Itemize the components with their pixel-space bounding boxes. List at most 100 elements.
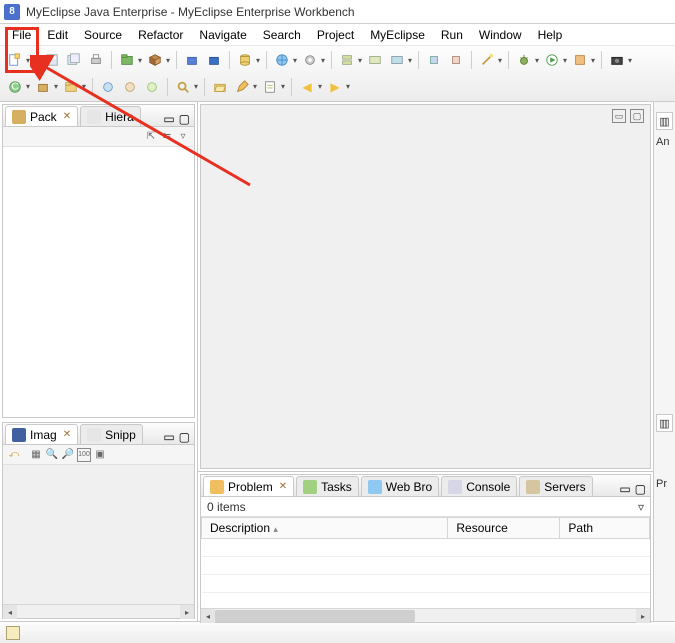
close-icon[interactable]: ✕ xyxy=(63,429,71,440)
menu-refactor[interactable]: Refactor xyxy=(130,26,191,44)
image-hscroll[interactable]: ◂ ▸ xyxy=(3,604,194,618)
tb-fwd-icon[interactable]: ▶ xyxy=(325,77,345,97)
menu-edit[interactable]: Edit xyxy=(39,26,76,44)
maximize-editor-icon[interactable]: ▢ xyxy=(630,109,644,123)
menu-window[interactable]: Window xyxy=(471,26,530,44)
maximize-view-icon[interactable]: ▢ xyxy=(179,430,190,444)
tab-console[interactable]: Console xyxy=(441,476,517,496)
image-view-body[interactable] xyxy=(3,465,194,604)
picture-icon[interactable]: ▦ xyxy=(29,448,43,462)
tab-tasks[interactable]: Tasks xyxy=(296,476,359,496)
minimize-view-icon[interactable]: ▭ xyxy=(619,482,630,496)
menu-myeclipse[interactable]: MyEclipse xyxy=(362,26,433,44)
status-icon[interactable] xyxy=(6,626,20,640)
minimize-view-icon[interactable]: ▭ xyxy=(163,430,174,444)
save-button[interactable] xyxy=(42,50,62,70)
tb-srv3-drop[interactable]: ▾ xyxy=(406,56,414,65)
minimized-view-icon[interactable]: ▥ xyxy=(656,414,673,432)
package-explorer-body[interactable] xyxy=(3,147,194,417)
tb-proj-icon[interactable] xyxy=(117,50,137,70)
home-icon[interactable]: ⤺ xyxy=(7,448,21,462)
zoom-100-icon[interactable]: 100 xyxy=(77,448,91,462)
print-button[interactable] xyxy=(86,50,106,70)
table-row[interactable] xyxy=(202,575,650,593)
tb-cam-icon[interactable] xyxy=(607,50,627,70)
close-icon[interactable]: ✕ xyxy=(279,481,287,492)
tb-ext-icon[interactable] xyxy=(570,50,590,70)
table-row[interactable] xyxy=(202,557,650,575)
maximize-view-icon[interactable]: ▢ xyxy=(179,112,190,126)
tb-impl-icon[interactable] xyxy=(98,77,118,97)
tb-class-drop[interactable]: ▾ xyxy=(24,82,32,91)
tb-srv3-icon[interactable] xyxy=(387,50,407,70)
tb-run-icon[interactable] xyxy=(542,50,562,70)
editor-empty[interactable]: ▭ ▢ xyxy=(200,104,651,469)
tb-edit-icon[interactable] xyxy=(232,77,252,97)
tb-srv2-icon[interactable] xyxy=(365,50,385,70)
minimize-editor-icon[interactable]: ▭ xyxy=(612,109,626,123)
tb-globe-icon[interactable] xyxy=(272,50,292,70)
tab-image[interactable]: Imag ✕ xyxy=(5,424,78,444)
menu-help[interactable]: Help xyxy=(530,26,571,44)
col-resource[interactable]: Resource xyxy=(448,518,560,539)
tb-cube-drop[interactable]: ▾ xyxy=(164,56,172,65)
menu-search[interactable]: Search xyxy=(255,26,309,44)
zoom-in-icon[interactable]: 🔎 xyxy=(61,448,75,462)
tb-run-drop[interactable]: ▾ xyxy=(561,56,569,65)
menu-project[interactable]: Project xyxy=(309,26,362,44)
tb-db-drop[interactable]: ▾ xyxy=(254,56,262,65)
zoom-out-icon[interactable]: 🔍 xyxy=(45,448,59,462)
tab-webbrowser[interactable]: Web Bro xyxy=(361,476,439,496)
minimized-view-an[interactable]: An xyxy=(654,132,675,152)
scroll-left-icon[interactable]: ◂ xyxy=(3,605,17,619)
tb-edit-drop[interactable]: ▾ xyxy=(251,82,259,91)
scroll-left-icon[interactable]: ◂ xyxy=(201,609,215,623)
tb-rel-icon[interactable] xyxy=(142,77,162,97)
tb-deploy-icon[interactable] xyxy=(424,50,444,70)
tb-bug-icon[interactable] xyxy=(514,50,534,70)
tab-snippets[interactable]: Snipp xyxy=(80,424,143,444)
minimized-view-pr[interactable]: Pr xyxy=(654,474,675,494)
tb-cube-icon[interactable] xyxy=(145,50,165,70)
col-path[interactable]: Path xyxy=(560,518,650,539)
tb-over-icon[interactable] xyxy=(120,77,140,97)
col-description[interactable]: Description ▴ xyxy=(202,518,448,539)
menu-run[interactable]: Run xyxy=(433,26,471,44)
tb-globe-drop[interactable]: ▾ xyxy=(291,56,299,65)
tb-cam-drop[interactable]: ▾ xyxy=(626,56,634,65)
scroll-thumb[interactable] xyxy=(215,610,415,622)
tb-bug-drop[interactable]: ▾ xyxy=(533,56,541,65)
minimized-view-outline-icon[interactable]: ▥ xyxy=(656,112,673,130)
tb-db-icon[interactable] xyxy=(235,50,255,70)
collapse-all-icon[interactable]: ⇱ xyxy=(144,130,158,144)
scroll-right-icon[interactable]: ▸ xyxy=(636,609,650,623)
tb-fwd-drop[interactable]: ▾ xyxy=(344,82,352,91)
tb-back-drop[interactable]: ▾ xyxy=(316,82,324,91)
menu-file[interactable]: File xyxy=(4,26,39,44)
tb-gear-drop[interactable]: ▾ xyxy=(319,56,327,65)
tab-servers[interactable]: Servers xyxy=(519,476,592,496)
save-all-button[interactable] xyxy=(64,50,84,70)
tb-wand-drop[interactable]: ▾ xyxy=(496,56,504,65)
table-row[interactable] xyxy=(202,539,650,557)
tb-ext-drop[interactable]: ▾ xyxy=(589,56,597,65)
tb-pkg-drop[interactable]: ▾ xyxy=(52,82,60,91)
tb-srv1-icon[interactable] xyxy=(337,50,357,70)
tb-open-icon[interactable] xyxy=(210,77,230,97)
tb-undeploy-icon[interactable] xyxy=(446,50,466,70)
problems-hscroll[interactable]: ◂ ▸ xyxy=(201,608,650,622)
tb-pkg-icon[interactable] xyxy=(33,77,53,97)
view-menu-icon[interactable]: ▿ xyxy=(176,130,190,144)
tb-gear-icon[interactable] xyxy=(300,50,320,70)
tb-class-icon[interactable]: C xyxy=(5,77,25,97)
tb-folder-icon[interactable] xyxy=(61,77,81,97)
tab-problem[interactable]: Problem ✕ xyxy=(203,476,294,496)
scroll-right-icon[interactable]: ▸ xyxy=(180,605,194,619)
tb-search-drop[interactable]: ▾ xyxy=(192,82,200,91)
tb-proj-drop[interactable]: ▾ xyxy=(136,56,144,65)
tb-search-icon[interactable] xyxy=(173,77,193,97)
tab-hierarchy[interactable]: Hiera xyxy=(80,106,141,126)
close-icon[interactable]: ✕ xyxy=(63,111,71,122)
tb-pkg1-icon[interactable] xyxy=(182,50,202,70)
fit-icon[interactable]: ▣ xyxy=(93,448,107,462)
